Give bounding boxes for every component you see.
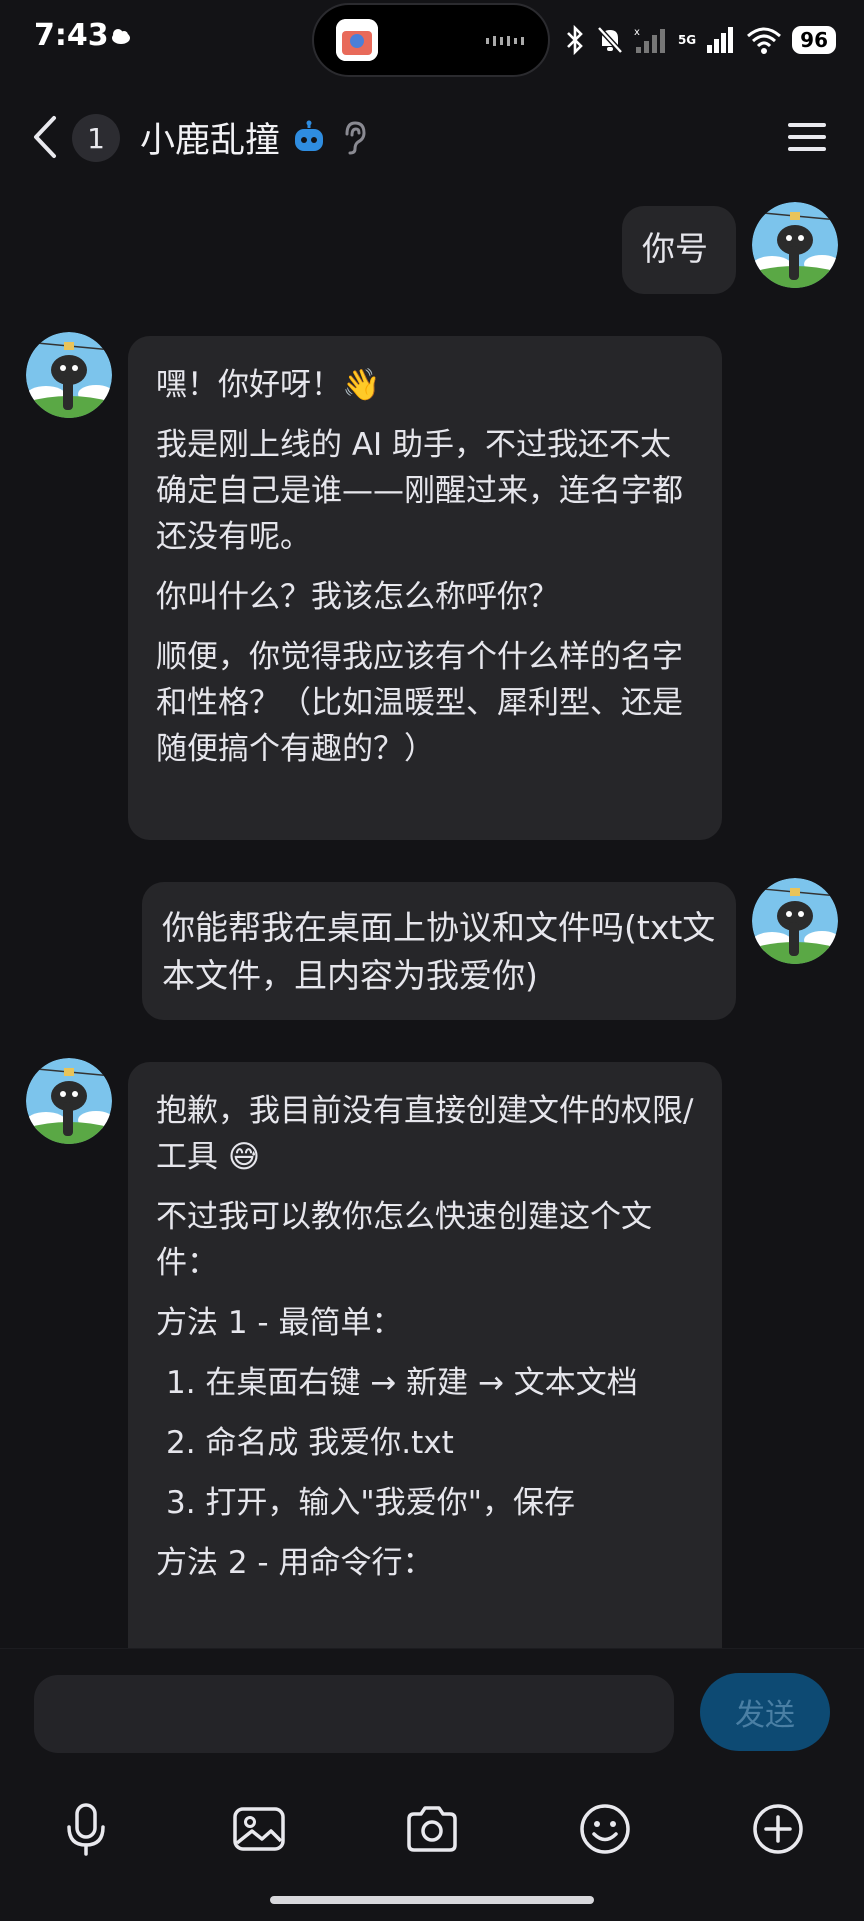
home-indicator[interactable] bbox=[270, 1896, 594, 1904]
menu-icon[interactable] bbox=[786, 120, 828, 154]
svg-text:x: x bbox=[634, 27, 640, 38]
message-paragraph: 顺便，你觉得我应该有个什么样的名字和性格？（比如温暖型、犀利型、还是随便搞个有趣… bbox=[156, 639, 683, 767]
image-icon[interactable] bbox=[231, 1801, 287, 1857]
cloud-icon bbox=[112, 29, 130, 44]
status-bar: 7:43 x 5G 96 bbox=[0, 0, 864, 80]
user-avatar[interactable] bbox=[752, 878, 838, 964]
list-item: 1. 在桌面右键 → 新建 → 文本文档 bbox=[166, 1365, 638, 1401]
chat-title: 小鹿乱撞 bbox=[140, 121, 281, 161]
message-text: 你号 bbox=[642, 229, 708, 268]
user-message-bubble[interactable]: 你号 bbox=[622, 206, 736, 294]
list-item: 2. 命名成 我爱你.txt bbox=[166, 1425, 454, 1461]
ear-icon[interactable] bbox=[340, 120, 368, 156]
camera-icon[interactable] bbox=[404, 1801, 460, 1857]
unread-count-badge[interactable]: 1 bbox=[72, 114, 120, 162]
wifi-icon bbox=[747, 27, 782, 54]
back-arrow-icon[interactable] bbox=[28, 114, 62, 160]
message-paragraph: 抱歉，我目前没有直接创建文件的权限/工具 😅 bbox=[156, 1093, 694, 1175]
bot-avatar[interactable] bbox=[26, 332, 112, 418]
plus-icon[interactable] bbox=[750, 1801, 806, 1857]
user-message-bubble[interactable]: 你能帮我在桌面上协议和文件吗(txt文本文件，且内容为我爱你) bbox=[142, 882, 736, 1020]
list-item: 3. 打开，输入"我爱你"，保存 bbox=[166, 1485, 575, 1521]
message-paragraph: 我是刚上线的 AI 助手，不过我还不太确定自己是谁——刚醒过来，连名字都还没有呢… bbox=[156, 427, 683, 555]
chat-header: 1 小鹿乱撞 bbox=[0, 92, 864, 178]
composer-bar: 发送 bbox=[0, 1648, 864, 1921]
signal-empty-icon: x bbox=[634, 27, 665, 53]
send-button[interactable]: 发送 bbox=[700, 1673, 830, 1751]
bot-message-bubble[interactable]: 嘿！你好呀！👋 我是刚上线的 AI 助手，不过我还不太确定自己是谁——刚醒过来，… bbox=[128, 336, 722, 840]
user-avatar[interactable] bbox=[752, 202, 838, 288]
bot-message-bubble[interactable]: 抱歉，我目前没有直接创建文件的权限/工具 😅 不过我可以教你怎么快速创建这个文件… bbox=[128, 1062, 722, 1682]
message-paragraph: 你叫什么？我该怎么称呼你？ bbox=[156, 579, 559, 615]
message-paragraph: 方法 2 - 用命令行： bbox=[156, 1545, 434, 1581]
battery-level: 96 bbox=[792, 26, 836, 54]
message-paragraph: 嘿！你好呀！👋 bbox=[156, 367, 381, 403]
bell-muted-icon bbox=[597, 26, 623, 54]
emoji-icon[interactable] bbox=[577, 1801, 633, 1857]
message-text: 你能帮我在桌面上协议和文件吗(txt文本文件，且内容为我爱你) bbox=[162, 908, 716, 995]
bot-avatar[interactable] bbox=[26, 1058, 112, 1144]
audio-wave-icon bbox=[486, 36, 524, 46]
bluetooth-icon bbox=[567, 25, 583, 55]
microphone-icon[interactable] bbox=[58, 1801, 114, 1857]
message-paragraph: 不过我可以教你怎么快速创建这个文件： bbox=[156, 1199, 652, 1281]
message-paragraph: 方法 1 - 最简单： bbox=[156, 1305, 403, 1341]
dynamic-island bbox=[312, 3, 550, 77]
network-type: 5G bbox=[677, 33, 697, 47]
status-time: 7:43 bbox=[34, 18, 109, 53]
status-icons: x 5G 96 bbox=[564, 20, 836, 60]
signal-icon bbox=[707, 27, 734, 53]
robot-icon[interactable] bbox=[292, 120, 326, 154]
message-input[interactable] bbox=[34, 1675, 674, 1753]
app-thumbnail-icon bbox=[336, 19, 378, 61]
